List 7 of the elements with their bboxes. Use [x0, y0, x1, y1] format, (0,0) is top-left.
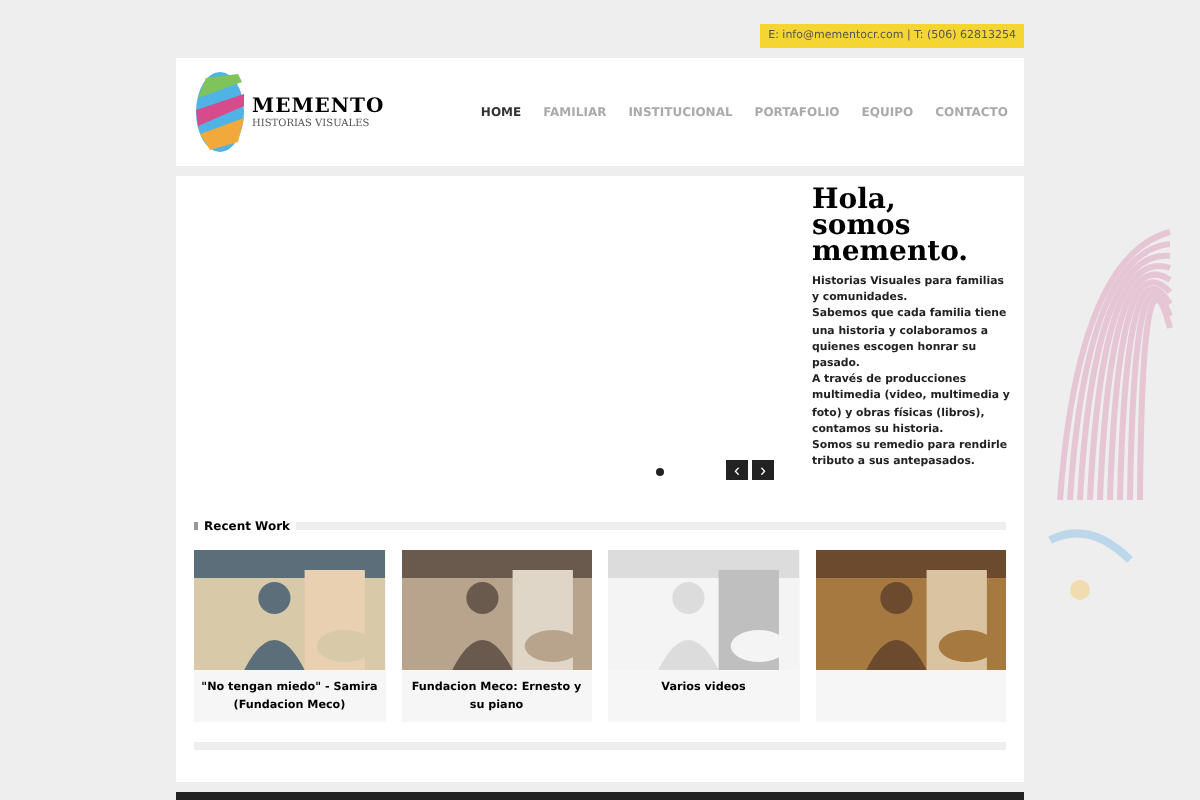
logo-name: MEMENTO: [252, 95, 385, 117]
logo-icon: [194, 70, 246, 154]
prev-button[interactable]: ‹: [726, 460, 748, 480]
slide-heading: Hola, somos memento.: [812, 188, 971, 266]
slide-dot[interactable]: [656, 468, 664, 476]
work-card[interactable]: [815, 550, 1006, 722]
next-button[interactable]: ›: [752, 460, 774, 480]
